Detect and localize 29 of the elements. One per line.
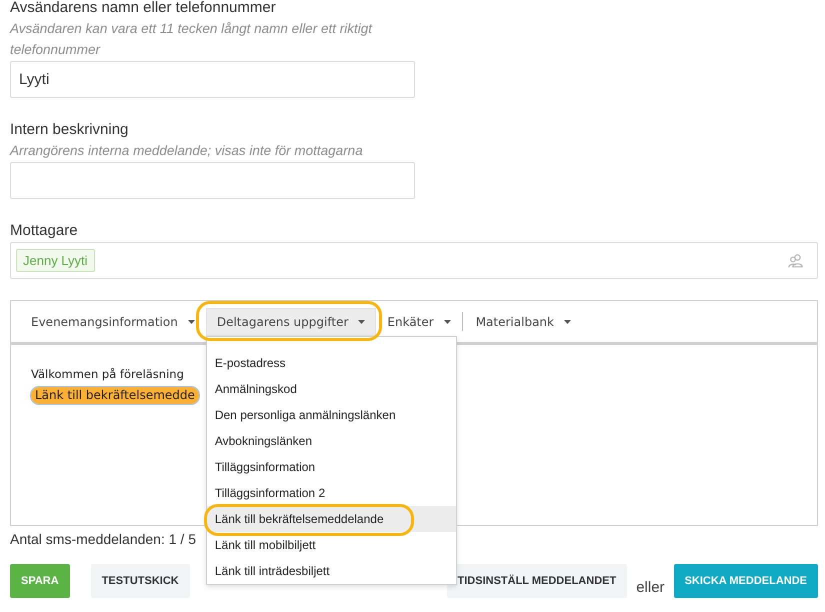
toolbar-menu-button[interactable]: Enkäter [376,308,462,336]
message-text: Välkommen på föreläsning [31,366,184,383]
description-input[interactable] [10,162,415,199]
toolbar-menu-button[interactable]: Deltagarens uppgifter [206,308,376,336]
toolbar-menu-button[interactable]: Materialbank [464,308,582,336]
menu-item[interactable]: Anmälningskod [206,376,456,402]
field-hint: Avsändaren kan vara ett 11 tecken långt namn eller ett riktigt telefonnummer [10,20,374,59]
or-text: eller [636,578,665,597]
sender-input[interactable]: Lyyti [10,61,415,98]
field-label: Avsändarens namn eller telefonnummer [10,0,276,17]
merge-field-tag[interactable]: Länk till bekräftelsemedde [31,387,199,404]
caret-icon [564,320,571,324]
menu-item[interactable]: Tilläggsinformation 2 [206,480,456,506]
field-hint: Arrangörens interna meddelande; visas inte för mottagarna [10,142,364,160]
menu-item[interactable]: Avbokningslänken [206,428,456,454]
menu-item[interactable]: Tilläggsinformation [206,454,456,480]
menu-item[interactable]: E-postadress [206,350,456,376]
caret-icon [358,320,366,324]
toolbar-menu-button[interactable]: Evenemangsinformation [20,308,206,336]
menu-item[interactable]: Den personliga anmälningslänken [206,402,456,428]
menu-item[interactable]: Länk till inträdesbiljett [206,558,456,584]
caret-icon [444,320,451,324]
people-icon[interactable] [788,254,803,268]
field-label: Intern beskrivning [10,121,128,139]
caret-icon [188,320,195,324]
action-button[interactable]: TIDSINSTÄLL MEDDELANDET [446,564,628,598]
action-button[interactable]: TESTUTSKICK [90,564,190,598]
field-label: Mottagare [10,222,78,240]
sms-count: Antal sms-meddelanden: 1 / 5 [10,530,196,548]
